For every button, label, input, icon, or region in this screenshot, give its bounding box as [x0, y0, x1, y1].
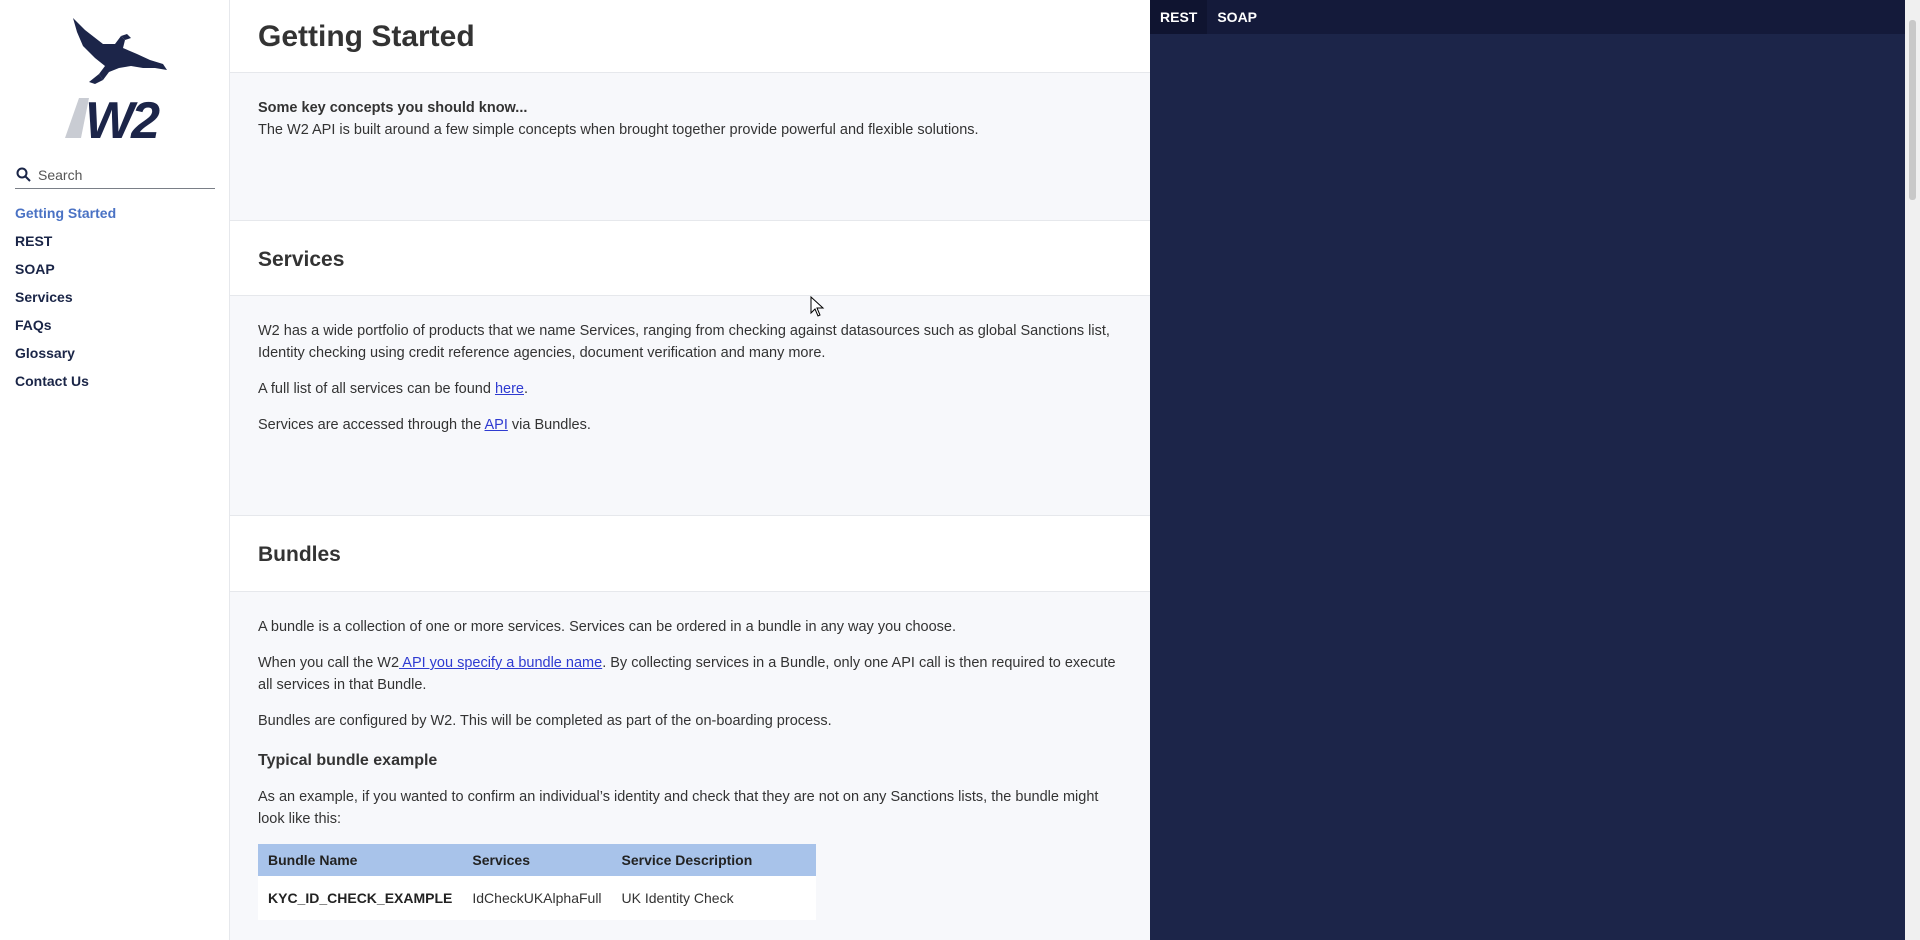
nav-menu: Getting Started REST SOAP Services FAQs …: [15, 203, 116, 399]
page-title: Getting Started: [258, 20, 475, 53]
table-header-row: Bundle Name Services Service Description: [258, 844, 816, 876]
bundles-paragraph-3: Bundles are configured by W2. This will …: [258, 713, 832, 729]
nav-item-services[interactable]: Services: [15, 289, 73, 305]
services-section: W2 has a wide portfolio of products that…: [230, 296, 1150, 515]
table-header-bundle-name: Bundle Name: [258, 844, 463, 876]
intro-heading: Some key concepts you should know...: [258, 100, 528, 116]
scrollbar-thumb[interactable]: [1909, 20, 1916, 200]
search-input[interactable]: [38, 166, 208, 183]
services-title: Services: [258, 248, 345, 271]
services-header: Services: [230, 220, 1150, 296]
bundle-table: Bundle Name Services Service Description…: [258, 844, 816, 920]
intro-text: The W2 API is built around a few simple …: [258, 122, 979, 138]
w2-logo[interactable]: W2: [55, 10, 180, 150]
example-heading: Typical bundle example: [258, 752, 438, 769]
table-header-service-description: Service Description: [611, 844, 816, 876]
tab-soap[interactable]: SOAP: [1207, 0, 1267, 34]
services-paragraph-1: W2 has a wide portfolio of products that…: [258, 323, 1110, 361]
bundle-name-link[interactable]: API you specify a bundle name: [399, 655, 602, 671]
nav-item-contact-us[interactable]: Contact Us: [15, 373, 89, 389]
bundles-section: A bundle is a collection of one or more …: [230, 592, 1150, 920]
services-paragraph-3: Services are accessed through the API vi…: [258, 417, 591, 433]
code-tabs: REST SOAP: [1150, 0, 1905, 34]
bundles-paragraph-2: When you call the W2 API you specify a b…: [258, 655, 1116, 693]
bundles-paragraph-1: A bundle is a collection of one or more …: [258, 619, 957, 635]
nav-item-glossary[interactable]: Glossary: [15, 345, 75, 361]
table-cell-service-description: UK Identity Check: [611, 876, 816, 920]
page-title-bar: Getting Started: [230, 0, 1150, 73]
services-list-link[interactable]: here: [495, 381, 524, 397]
services-paragraph-2: A full list of all services can be found…: [258, 381, 529, 397]
code-panel: REST SOAP: [1150, 0, 1905, 940]
api-link[interactable]: API: [485, 417, 508, 433]
search-icon: [16, 167, 31, 182]
nav-item-rest[interactable]: REST: [15, 233, 52, 249]
tab-rest[interactable]: REST: [1150, 0, 1208, 34]
table-row: KYC_ID_CHECK_EXAMPLE IdCheckUKAlphaFull …: [258, 876, 816, 920]
main-content: Getting Started Some key concepts you sh…: [230, 0, 1150, 940]
nav-item-getting-started[interactable]: Getting Started: [15, 205, 116, 221]
page-scrollbar[interactable]: [1905, 0, 1920, 940]
nav-item-soap[interactable]: SOAP: [15, 261, 55, 277]
table-cell-services: IdCheckUKAlphaFull: [462, 876, 612, 920]
mouse-cursor-icon: [810, 296, 825, 317]
bundles-title: Bundles: [258, 543, 341, 566]
sidebar: W2 Getting Started REST SOAP Services FA…: [0, 0, 230, 940]
nav-item-faqs[interactable]: FAQs: [15, 317, 52, 333]
search-box[interactable]: [15, 161, 215, 189]
logo-text: W2: [85, 92, 160, 145]
bundles-header: Bundles: [230, 515, 1150, 592]
intro-section: Some key concepts you should know... The…: [230, 73, 1150, 220]
example-text: As an example, if you wanted to confirm …: [258, 789, 1099, 827]
table-header-services: Services: [462, 844, 612, 876]
table-cell-bundle-name: KYC_ID_CHECK_EXAMPLE: [258, 876, 463, 920]
